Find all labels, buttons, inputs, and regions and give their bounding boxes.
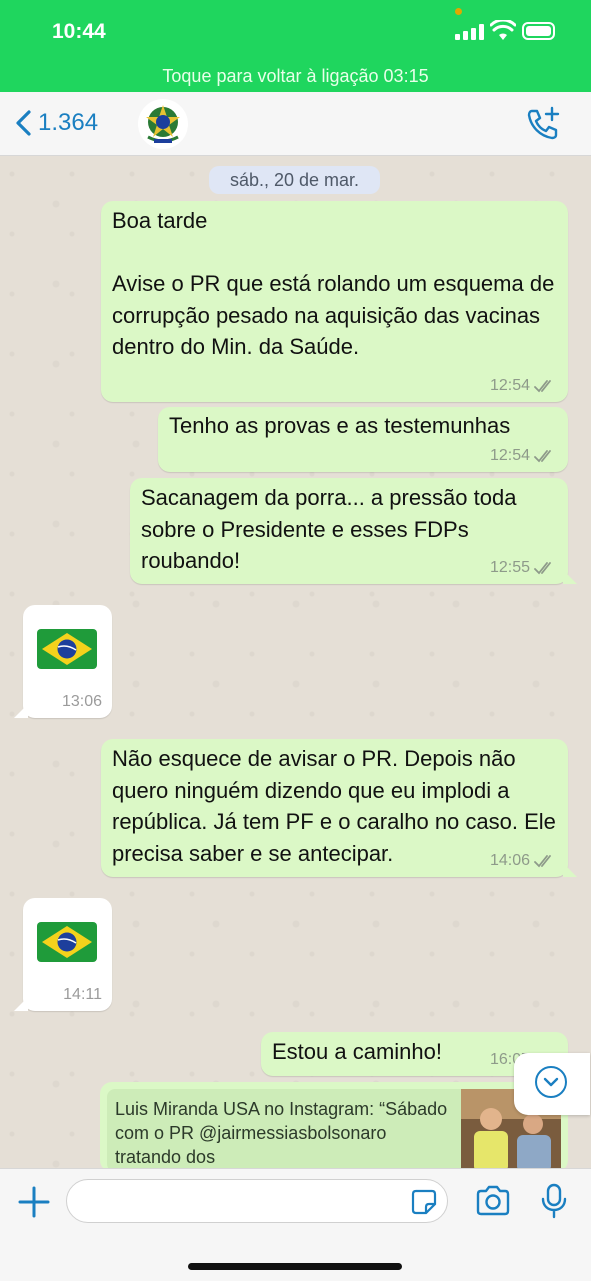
- message-bubble-incoming[interactable]: 13:06: [14, 605, 112, 718]
- contact-avatar[interactable]: [138, 99, 188, 149]
- home-indicator: [188, 1263, 402, 1270]
- scroll-to-bottom-button[interactable]: [514, 1053, 590, 1115]
- message-bubble-outgoing[interactable]: Boa tarde Avise o PR que está rolando um…: [101, 201, 568, 402]
- message-time: 14:06: [489, 852, 530, 869]
- message-text: Não esquece de avisar o PR. Depois não q…: [112, 746, 563, 866]
- message-meta: 12:54: [490, 447, 556, 465]
- message-bubble-outgoing[interactable]: Sacanagem da porra... a pressão toda sob…: [130, 478, 577, 584]
- message-meta: 12:54: [490, 377, 556, 395]
- link-preview-bubble[interactable]: Luis Miranda USA no Instagram: “Sábado c…: [100, 1082, 568, 1168]
- microphone-icon[interactable]: [540, 1183, 568, 1219]
- add-call-icon[interactable]: [524, 105, 562, 143]
- return-to-call-banner[interactable]: Toque para voltar à ligação 03:15: [0, 66, 591, 87]
- back-button[interactable]: 1.364: [14, 108, 98, 138]
- status-time: 10:44: [52, 20, 106, 43]
- unread-count: 1.364: [38, 109, 99, 136]
- status-bar: 10:44 Toque para voltar à ligação 03:15: [0, 0, 591, 92]
- chevron-left-icon: [16, 110, 31, 136]
- message-text: Tenho as provas e as testemunhas: [169, 413, 511, 438]
- double-check-icon: [534, 450, 551, 463]
- plus-icon[interactable]: [17, 1185, 51, 1219]
- message-input[interactable]: [66, 1179, 448, 1223]
- coat-of-arms-icon: [146, 105, 180, 143]
- message-meta: 14:06: [490, 852, 556, 870]
- message-time: 12:55: [489, 559, 530, 576]
- chat-header: 1.364: [0, 92, 591, 156]
- brazil-flag-icon: [36, 918, 98, 966]
- mic-in-use-indicator: [455, 8, 462, 15]
- message-time: 12:54: [489, 377, 530, 394]
- sticker-icon[interactable]: [411, 1189, 437, 1215]
- message-meta: 14:11: [63, 986, 102, 1004]
- message-bubble-outgoing[interactable]: Tenho as provas e as testemunhas 12:54: [158, 407, 568, 472]
- link-preview-card[interactable]: Luis Miranda USA no Instagram: “Sábado c…: [107, 1089, 561, 1168]
- message-text: Boa tarde Avise o PR que está rolando um…: [112, 208, 555, 359]
- message-time: 14:11: [63, 986, 102, 1003]
- double-check-icon: [534, 562, 551, 575]
- double-check-icon: [534, 380, 551, 393]
- message-meta: 12:55: [490, 559, 556, 577]
- wifi-icon: [490, 20, 516, 40]
- date-separator: sáb., 20 de mar.: [209, 166, 380, 194]
- message-bubble-incoming[interactable]: 14:11: [14, 898, 112, 1011]
- message-list[interactable]: sáb., 20 de mar. Boa tarde Avise o PR qu…: [0, 156, 591, 1168]
- message-time: 13:06: [61, 693, 102, 710]
- link-preview-text: Luis Miranda USA no Instagram: “Sábado c…: [115, 1099, 448, 1167]
- message-time: 12:54: [489, 447, 530, 464]
- double-check-icon: [534, 855, 551, 868]
- chevron-down-icon: [535, 1066, 567, 1098]
- cellular-signal-icon: [455, 24, 485, 40]
- message-bubble-outgoing[interactable]: Não esquece de avisar o PR. Depois não q…: [101, 739, 577, 877]
- message-composer: [0, 1168, 591, 1281]
- camera-icon[interactable]: [475, 1185, 511, 1217]
- battery-icon: [522, 22, 555, 40]
- brazil-flag-icon: [36, 625, 98, 673]
- message-meta: 13:06: [62, 693, 102, 711]
